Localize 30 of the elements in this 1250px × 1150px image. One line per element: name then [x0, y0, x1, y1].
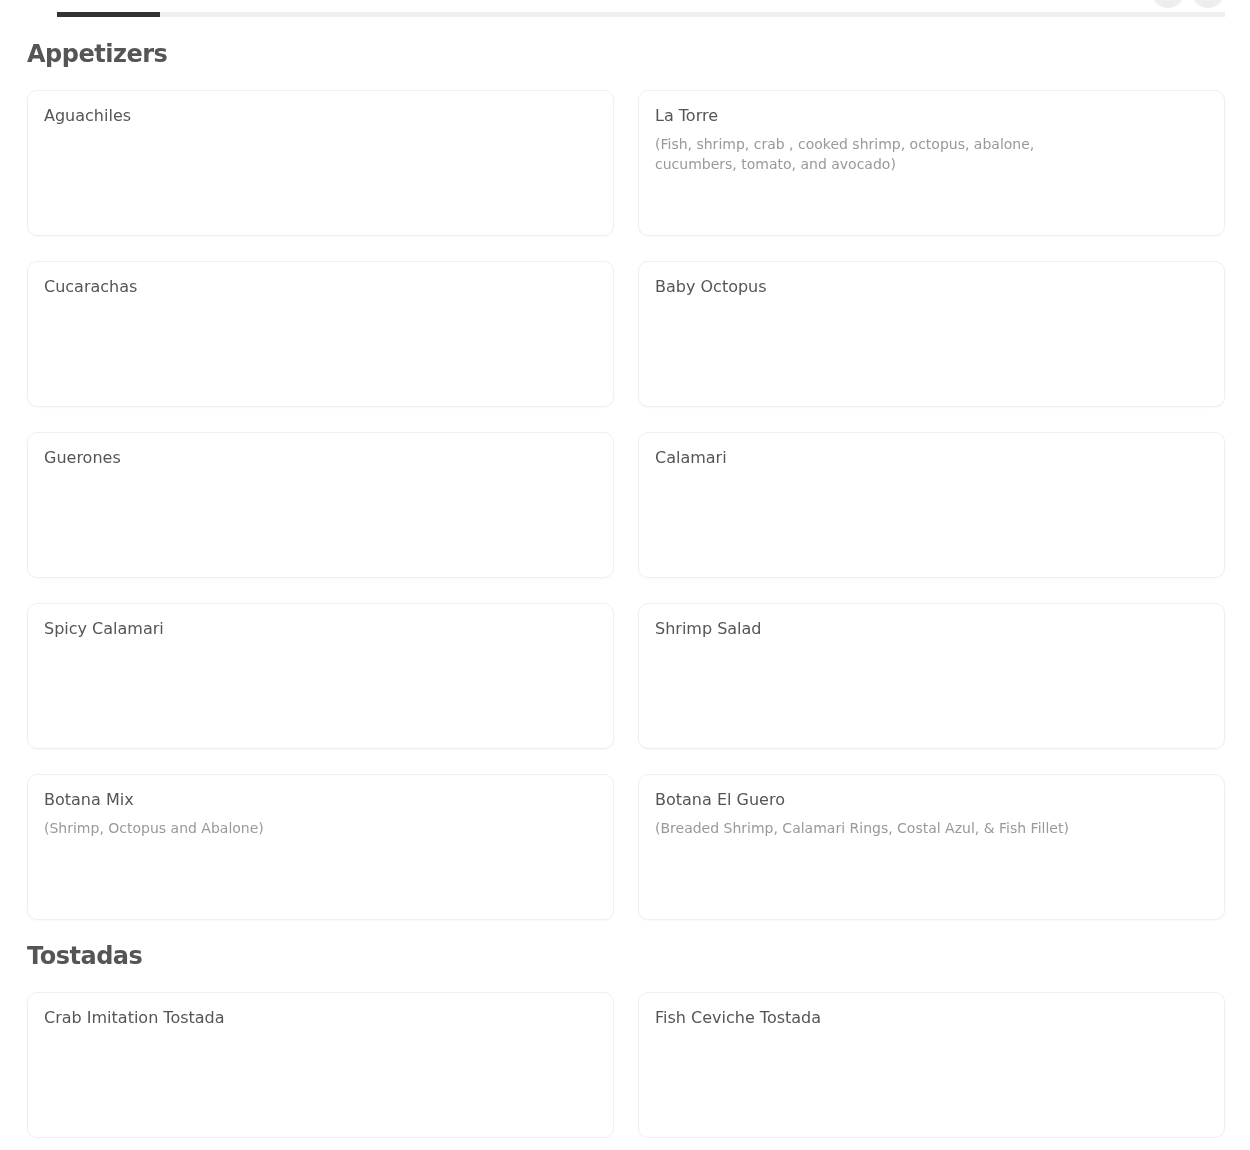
dish-card[interactable]: Botana El Guero (Breaded Shrimp, Calamari Rings, Costal Azul, & Fish Fillet)	[638, 774, 1225, 920]
dish-card[interactable]: Aguachiles	[27, 90, 614, 236]
dish-card[interactable]: Crab Imitation Tostada	[27, 992, 614, 1138]
dish-card[interactable]: Spicy Calamari	[27, 603, 614, 749]
dish-name: La Torre	[655, 106, 719, 126]
dish-card[interactable]: Guerones	[27, 432, 614, 578]
dish-description: (Fish, shrimp, crab , cooked shrimp, octopus, abalone, cucumbers, tomato, and avocado)	[655, 135, 1036, 174]
section-heading: Tostadas	[27, 941, 144, 972]
dish-name: Aguachiles	[44, 106, 133, 126]
dish-name: Cucarachas	[44, 277, 139, 297]
dish-name: Baby Octopus	[655, 277, 768, 297]
dish-name: Spicy Calamari	[44, 619, 165, 639]
dish-name: Shrimp Salad	[655, 619, 763, 639]
dish-name: Botana El Guero	[655, 790, 786, 810]
dish-card[interactable]: Calamari	[638, 432, 1225, 578]
dish-card[interactable]: Botana Mix (Shrimp, Octopus and Abalone)	[27, 774, 614, 920]
dish-name: Guerones	[44, 448, 122, 468]
dish-card[interactable]: Baby Octopus	[638, 261, 1225, 407]
dish-name: Calamari	[655, 448, 728, 468]
dish-description: (Shrimp, Octopus and Abalone)	[44, 819, 265, 838]
dish-name: Fish Ceviche Tostada	[655, 1008, 823, 1028]
dish-card[interactable]: Shrimp Salad	[638, 603, 1225, 749]
dish-name: Botana Mix	[44, 790, 135, 810]
dish-card[interactable]: Fish Ceviche Tostada	[638, 992, 1225, 1138]
category-scrollbar[interactable]	[57, 12, 1225, 17]
dish-card[interactable]: La Torre (Fish, shrimp, crab , cooked shrimp, octopus, abalone, cucumbers, tomato, and avocado)	[638, 90, 1225, 236]
dish-name: Crab Imitation Tostada	[44, 1008, 226, 1028]
dish-description: (Breaded Shrimp, Calamari Rings, Costal Azul, & Fish Fillet)	[655, 819, 1070, 838]
section-heading: Appetizers	[27, 38, 169, 70]
dish-card[interactable]: Cucarachas	[27, 261, 614, 407]
